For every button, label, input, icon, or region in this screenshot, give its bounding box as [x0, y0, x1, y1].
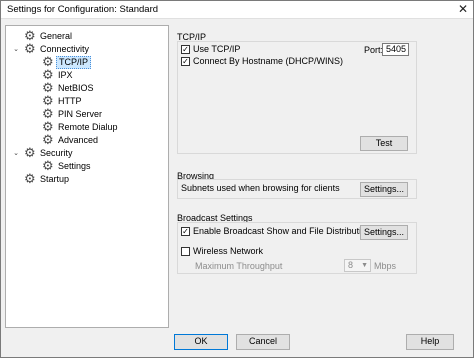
- max-throughput-unit: Mbps: [374, 261, 397, 271]
- close-icon[interactable]: ✕: [455, 2, 471, 17]
- ok-button[interactable]: OK: [174, 334, 228, 350]
- tree-item-label: General: [40, 31, 73, 41]
- tcpip-group: ✓ Use TCP/IP ✓ Connect By Hostname (DHCP…: [177, 41, 417, 154]
- connect-by-hostname-label: Connect By Hostname (DHCP/WINS): [193, 56, 344, 66]
- use-tcpip-label: Use TCP/IP: [193, 44, 241, 54]
- tree-item-label: PIN Server: [58, 109, 103, 119]
- settings-tree[interactable]: ⚙ General ⌄ ⚙ Connectivity ⚙ TCP/IP ⚙ IP…: [5, 25, 169, 328]
- tree-item-label: HTTP: [58, 96, 82, 106]
- title-bar[interactable]: Settings for Configuration: Standard ✕: [1, 1, 473, 19]
- checkbox-checked-icon[interactable]: ✓: [181, 227, 190, 236]
- expand-chevron-icon[interactable]: ⌄: [12, 147, 20, 160]
- tree-item-label: Startup: [40, 174, 70, 184]
- enable-broadcast-label: Enable Broadcast Show and File Distribut…: [193, 226, 372, 236]
- gear-icon: ⚙: [24, 171, 36, 186]
- port-label: Port:: [364, 45, 384, 55]
- tree-item-label: Advanced: [58, 135, 99, 145]
- cancel-button[interactable]: Cancel: [236, 334, 290, 350]
- broadcast-settings-button[interactable]: Settings...: [360, 225, 408, 240]
- checkbox-checked-icon[interactable]: ✓: [181, 45, 190, 54]
- checkbox-unchecked-icon[interactable]: [181, 247, 190, 256]
- tree-item-label: Remote Dialup: [58, 122, 118, 132]
- port-input[interactable]: 5405: [382, 43, 409, 56]
- max-throughput-value: 8: [348, 260, 354, 270]
- settings-window: Settings for Configuration: Standard ✕ ⚙…: [0, 0, 474, 358]
- browsing-settings-button[interactable]: Settings...: [360, 182, 408, 197]
- checkbox-checked-icon[interactable]: ✓: [181, 57, 190, 66]
- gear-icon: ⚙: [42, 158, 54, 173]
- help-button[interactable]: Help: [406, 334, 454, 350]
- gear-icon: ⚙: [24, 41, 36, 56]
- tree-item-label: Settings: [58, 161, 91, 171]
- max-throughput-label: Maximum Throughput: [195, 261, 283, 271]
- gear-icon: ⚙: [42, 132, 54, 147]
- broadcast-group: ✓ Enable Broadcast Show and File Distrib…: [177, 222, 417, 274]
- tree-item-label: NetBIOS: [58, 83, 94, 93]
- tree-item-label: TCP/IP: [56, 56, 92, 69]
- test-button[interactable]: Test: [360, 136, 408, 151]
- expand-chevron-icon[interactable]: ⌄: [12, 43, 20, 56]
- window-title: Settings for Configuration: Standard: [7, 4, 159, 15]
- gear-icon: ⚙: [24, 145, 36, 160]
- tree-item-label: IPX: [58, 70, 73, 80]
- chevron-down-icon: ▼: [361, 262, 368, 269]
- browsing-description: Subnets used when browsing for clients: [181, 183, 340, 193]
- browsing-group: Subnets used when browsing for clients S…: [177, 179, 417, 199]
- wireless-network-label: Wireless Network: [193, 246, 264, 256]
- max-throughput-select[interactable]: 8 ▼: [344, 259, 371, 272]
